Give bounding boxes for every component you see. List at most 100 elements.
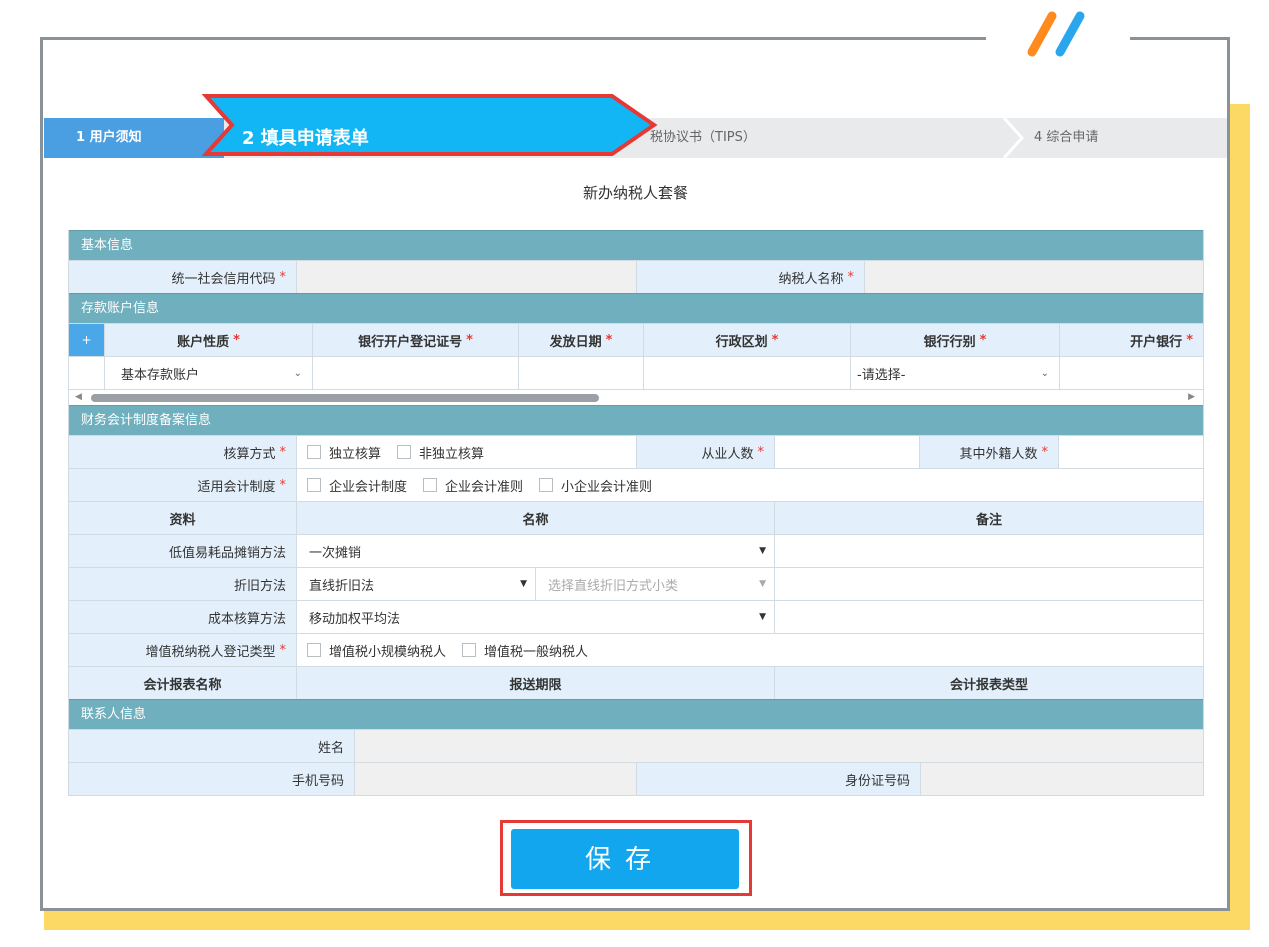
depreciation-sub-select[interactable]: 选择直线折旧方式小类 ▼ bbox=[536, 568, 775, 600]
cost-label: 成本核算方法 bbox=[69, 601, 297, 633]
employees-input[interactable] bbox=[775, 436, 920, 468]
contact-name-input[interactable] bbox=[355, 730, 1203, 762]
chevron-down-icon: ⌄ bbox=[293, 367, 302, 379]
triangle-down-icon: ▼ bbox=[759, 612, 766, 622]
depreciation-dropdown[interactable]: 直线折旧法 ▼ bbox=[309, 568, 527, 600]
checkbox[interactable] bbox=[539, 478, 554, 492]
accounting-method-label: 核算方式 * bbox=[69, 436, 297, 468]
cost-dropdown[interactable]: 移动加权平均法 ▼ bbox=[309, 601, 766, 633]
checkbox[interactable] bbox=[462, 643, 477, 657]
cost-row: 成本核算方法 移动加权平均法 ▼ bbox=[69, 600, 1203, 633]
required-mark: * bbox=[847, 269, 855, 285]
header-text: 银行行别 bbox=[923, 334, 976, 350]
issue-date-input[interactable] bbox=[519, 357, 644, 389]
option-independent[interactable]: 独立核算 bbox=[307, 443, 381, 462]
required-mark: * bbox=[279, 642, 287, 658]
depreciation-label: 折旧方法 bbox=[69, 568, 297, 600]
option-label: 独立核算 bbox=[329, 446, 382, 462]
phone-input[interactable] bbox=[355, 763, 637, 795]
required-mark: * bbox=[757, 444, 765, 460]
contact-phone-row: 手机号码 身份证号码 bbox=[69, 762, 1203, 795]
bank-type-value: -请选择- bbox=[857, 367, 906, 383]
header-material: 资料 bbox=[69, 502, 297, 534]
required-mark: * bbox=[771, 332, 779, 348]
option-enterprise-standard[interactable]: 企业会计准则 bbox=[423, 476, 523, 495]
header-note: 备注 bbox=[775, 502, 1203, 534]
contact-name-label: 姓名 bbox=[69, 730, 355, 762]
required-mark: * bbox=[233, 332, 240, 348]
checkbox[interactable] bbox=[397, 445, 412, 459]
header-text: 发放日期 bbox=[549, 334, 602, 350]
step-2[interactable]: 2 填具申请表单 bbox=[242, 124, 369, 150]
header-open-bank: 开户银行 * bbox=[1060, 324, 1203, 356]
employees-label-text: 从业人数 bbox=[701, 446, 754, 462]
option-small-enterprise-standard[interactable]: 小企业会计准则 bbox=[539, 476, 652, 495]
checkbox[interactable] bbox=[307, 643, 321, 657]
header-account-type: 账户性质 * bbox=[105, 324, 313, 356]
save-button[interactable]: 保存 bbox=[511, 829, 739, 889]
foreign-employees-label: 其中外籍人数 * bbox=[920, 436, 1059, 468]
add-row-button[interactable]: + bbox=[69, 324, 105, 356]
accounting-method-options: 独立核算 非独立核算 bbox=[297, 436, 637, 468]
foreign-employees-input[interactable] bbox=[1059, 436, 1203, 468]
slash-logo-icon bbox=[1027, 11, 1085, 57]
depreciation-select[interactable]: 直线折旧法 ▼ bbox=[297, 568, 536, 600]
option-label: 小企业会计准则 bbox=[561, 479, 653, 495]
scroll-left-icon[interactable]: ◀ bbox=[75, 392, 82, 402]
bank-type-select[interactable]: -请选择- ⌄ bbox=[851, 357, 1060, 389]
header-text: 开户银行 bbox=[1130, 334, 1183, 350]
required-mark: * bbox=[605, 332, 613, 348]
bank-type-dropdown[interactable]: -请选择- ⌄ bbox=[851, 357, 1059, 389]
option-small-scale[interactable]: 增值税小规模纳税人 bbox=[307, 641, 446, 660]
checkbox[interactable] bbox=[423, 478, 438, 492]
vat-group: 增值税小规模纳税人 增值税一般纳税人 bbox=[307, 641, 604, 660]
cost-select[interactable]: 移动加权平均法 ▼ bbox=[297, 601, 775, 633]
step-3[interactable]: 税协议书（TIPS） bbox=[650, 118, 756, 158]
horizontal-scrollbar[interactable]: ◀ ▶ bbox=[69, 389, 1203, 405]
low-value-note-input[interactable] bbox=[775, 535, 1203, 567]
required-mark: * bbox=[279, 444, 287, 460]
open-bank-input[interactable] bbox=[1060, 357, 1203, 389]
credit-code-label-text: 统一社会信用代码 bbox=[171, 271, 276, 287]
report-header-row: 会计报表名称 报送期限 会计报表类型 bbox=[69, 666, 1203, 699]
option-non-independent[interactable]: 非独立核算 bbox=[397, 443, 484, 462]
scroll-right-icon[interactable]: ▶ bbox=[1188, 392, 1195, 402]
option-label: 非独立核算 bbox=[419, 446, 485, 462]
system-group: 企业会计制度 企业会计准则 小企业会计准则 bbox=[307, 476, 668, 495]
credit-code-label: 统一社会信用代码 * bbox=[69, 261, 297, 293]
vat-label: 增值税纳税人登记类型 * bbox=[69, 634, 297, 666]
header-report-period: 报送期限 bbox=[297, 667, 775, 699]
region-input[interactable] bbox=[644, 357, 851, 389]
taxpayer-name-input[interactable] bbox=[865, 261, 1203, 293]
system-label-text: 适用会计制度 bbox=[197, 479, 276, 495]
step-separator-icon bbox=[1002, 118, 1025, 158]
employees-label: 从业人数 * bbox=[637, 436, 775, 468]
account-type-dropdown[interactable]: 基本存款账户 ⌄ bbox=[105, 357, 312, 389]
material-header-row: 资料 名称 备注 bbox=[69, 501, 1203, 534]
cost-note-input[interactable] bbox=[775, 601, 1203, 633]
triangle-down-icon: ▼ bbox=[759, 579, 766, 589]
depreciation-row: 折旧方法 直线折旧法 ▼ 选择直线折旧方式小类 ▼ bbox=[69, 567, 1203, 600]
required-mark: * bbox=[466, 332, 473, 348]
step-4[interactable]: 4 综合申请 bbox=[1034, 118, 1098, 158]
bank-reg-no-input[interactable] bbox=[313, 357, 519, 389]
basic-info-row: 统一社会信用代码 * 纳税人名称 * bbox=[69, 260, 1203, 293]
section-basic-info: 基本信息 bbox=[69, 230, 1203, 260]
low-value-dropdown[interactable]: 一次摊销 ▼ bbox=[309, 535, 766, 567]
option-enterprise-system[interactable]: 企业会计制度 bbox=[307, 476, 407, 495]
depreciation-sub-dropdown[interactable]: 选择直线折旧方式小类 ▼ bbox=[548, 568, 766, 600]
scroll-thumb[interactable] bbox=[91, 394, 599, 402]
account-type-select[interactable]: 基本存款账户 ⌄ bbox=[105, 357, 313, 389]
depreciation-note-input[interactable] bbox=[775, 568, 1203, 600]
vat-label-text: 增值税纳税人登记类型 bbox=[145, 644, 276, 660]
id-number-input[interactable] bbox=[921, 763, 1203, 795]
option-general[interactable]: 增值税一般纳税人 bbox=[462, 641, 588, 660]
taxpayer-name-label: 纳税人名称 * bbox=[637, 261, 865, 293]
checkbox[interactable] bbox=[307, 445, 321, 459]
low-value-select[interactable]: 一次摊销 ▼ bbox=[297, 535, 775, 567]
credit-code-input[interactable] bbox=[297, 261, 637, 293]
vat-options: 增值税小规模纳税人 增值税一般纳税人 bbox=[297, 634, 1203, 666]
step-1[interactable]: 1 用户须知 bbox=[44, 118, 224, 158]
accounting-method-group: 独立核算 非独立核算 bbox=[307, 443, 500, 462]
checkbox[interactable] bbox=[307, 478, 321, 492]
